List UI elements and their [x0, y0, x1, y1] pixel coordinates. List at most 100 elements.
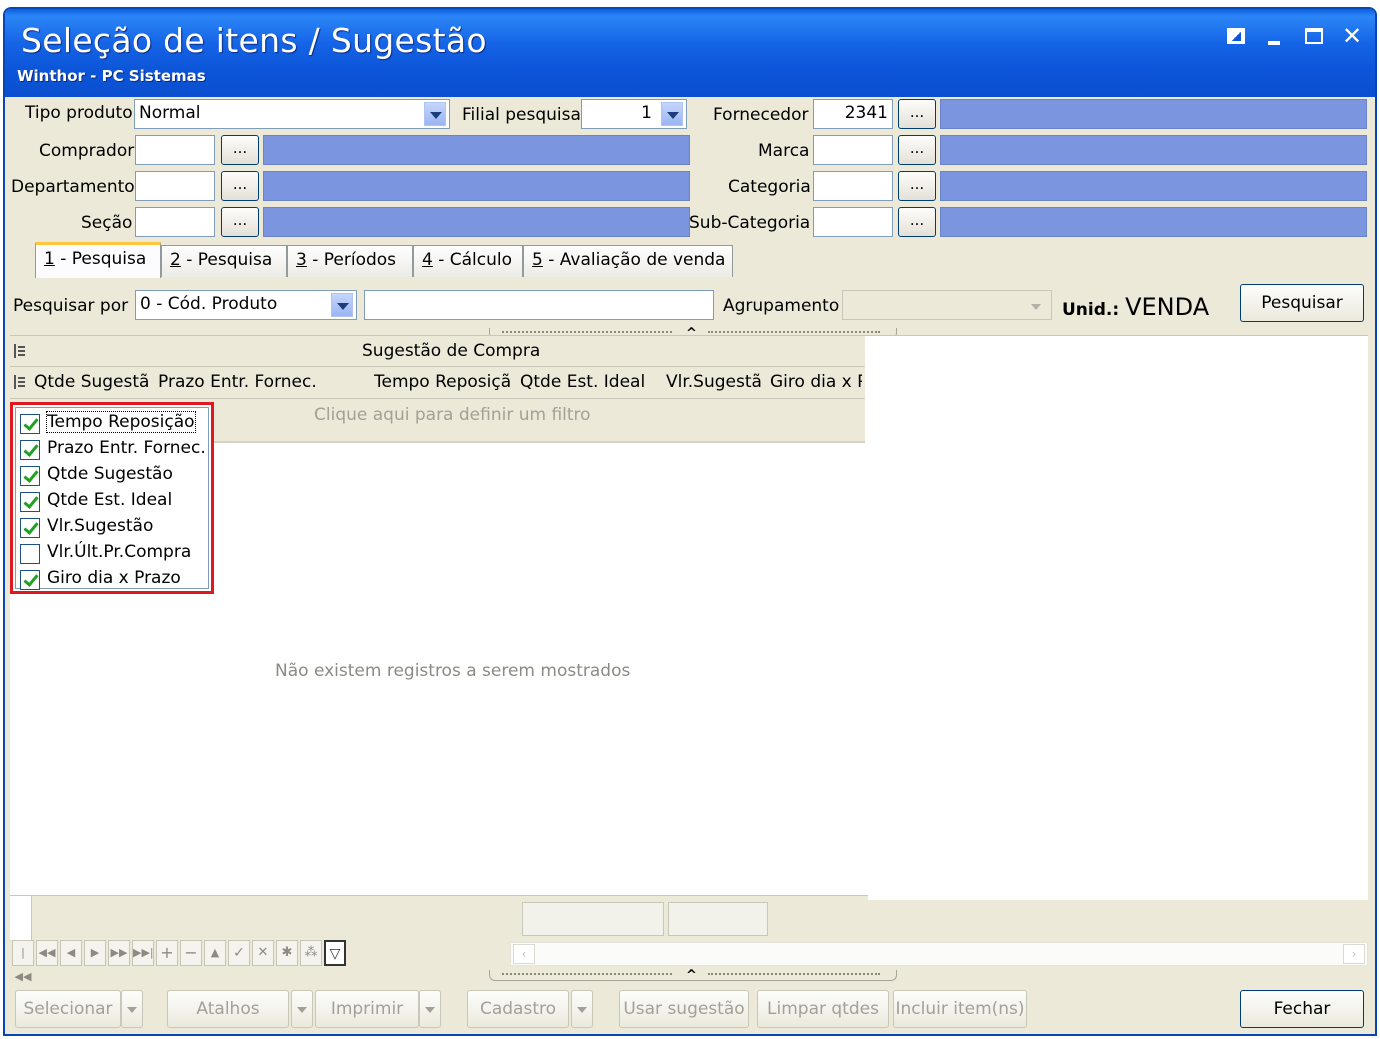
column-qtde-est-ideal[interactable]: Qtde Est. Ideal [520, 372, 662, 392]
prev-page-icon[interactable]: ◀◀ [36, 940, 58, 966]
column-vlr-sugestao[interactable]: Vlr.Sugestã [666, 372, 768, 392]
column-giro-dia-prazo[interactable]: Giro dia x P [770, 372, 862, 392]
band-customize-icon[interactable] [14, 344, 26, 358]
fornecedor-label: Fornecedor [713, 105, 809, 125]
secao-lookup-button[interactable]: ... [221, 207, 259, 237]
atalhos-button[interactable]: Atalhos [167, 990, 289, 1028]
departamento-input[interactable] [135, 171, 215, 201]
column-tempo-reposicao[interactable]: Tempo Reposiçã [374, 372, 518, 392]
column-customizer-popup: Tempo Reposição Prazo Entr. Fornec. Qtde… [10, 402, 214, 594]
categoria-input[interactable] [813, 171, 893, 201]
next-record-icon[interactable]: ▶ [84, 940, 106, 966]
tab-periodos[interactable]: 3 - Períodos [287, 245, 413, 277]
tab-key: 1 [44, 249, 55, 269]
agrupamento-label: Agrupamento [723, 296, 840, 316]
maximize-icon[interactable] [1301, 23, 1327, 49]
agrupamento-dropdown-icon[interactable] [1031, 304, 1041, 310]
fechar-button[interactable]: Fechar [1240, 990, 1364, 1028]
tab-pesquisa-2[interactable]: 2 - Pesquisa [161, 245, 287, 277]
marca-input[interactable] [813, 135, 893, 165]
marca-lookup-button[interactable]: ... [898, 135, 936, 165]
bottom-splitter[interactable]: ^ [489, 968, 897, 983]
tab-calculo[interactable]: 4 - Cálculo [413, 245, 523, 277]
tab-label: - Avaliação de venda [542, 250, 726, 270]
checkbox-unchecked-icon[interactable] [20, 544, 40, 564]
checkbox-checked-icon[interactable] [20, 414, 40, 434]
checkbox-checked-icon[interactable] [20, 440, 40, 460]
minimize-icon[interactable] [1261, 23, 1287, 49]
column-qtde-sugestao[interactable]: Qtde Sugestã [34, 372, 156, 392]
title-bar[interactable]: Seleção de itens / Sugestão Winthor - PC… [5, 9, 1375, 97]
unid-indicator: Unid.: VENDA [1062, 293, 1209, 321]
unid-value: VENDA [1125, 293, 1210, 321]
tipo-produto-select[interactable]: Normal [134, 99, 450, 129]
tipo-produto-dropdown-icon[interactable] [424, 102, 446, 126]
refresh-icon[interactable]: ✱ [276, 940, 298, 966]
selecionar-dropdown-icon[interactable] [121, 990, 143, 1028]
checkbox-checked-icon[interactable] [20, 518, 40, 538]
main-window: Seleção de itens / Sugestão Winthor - PC… [3, 7, 1377, 1036]
scroll-right-icon[interactable]: › [1343, 944, 1365, 964]
column-customize-icon[interactable] [14, 375, 26, 389]
save-bookmark-icon[interactable]: ⁂ [300, 940, 322, 966]
search-input[interactable] [364, 290, 714, 320]
tab-key: 4 [422, 250, 433, 270]
first-record-icon[interactable]: |◀◀ [12, 940, 34, 983]
comprador-lookup-button[interactable]: ... [221, 135, 259, 165]
collapse-up-icon[interactable]: ^ [686, 968, 697, 983]
imprimir-dropdown-icon[interactable] [419, 990, 441, 1028]
cadastro-dropdown-icon[interactable] [571, 990, 593, 1028]
tab-key: 2 [170, 250, 181, 270]
selecionar-button[interactable]: Selecionar [15, 990, 121, 1028]
tab-pesquisa-1[interactable]: 1 - Pesquisa [35, 242, 161, 278]
tab-key: 5 [532, 250, 543, 270]
column-prazo-entr-fornec[interactable]: Prazo Entr. Fornec. [158, 372, 368, 392]
filial-dropdown-icon[interactable] [661, 102, 683, 126]
comprador-description [263, 135, 690, 165]
subcategoria-description [940, 207, 1367, 237]
incluir-itens-button[interactable]: Incluir item(ns) [893, 990, 1027, 1028]
cadastro-button[interactable]: Cadastro [467, 990, 569, 1028]
last-record-icon[interactable]: ▶▶| [132, 940, 154, 966]
categoria-lookup-button[interactable]: ... [898, 171, 936, 201]
tab-label: - Períodos [306, 250, 397, 270]
secao-description [263, 207, 690, 237]
pesquisar-por-value: 0 - Cód. Produto [140, 294, 278, 314]
empty-grid-message: Não existem registros a serem mostrados [275, 661, 631, 681]
pesquisar-por-dropdown-icon[interactable] [331, 293, 353, 317]
checkbox-checked-icon[interactable] [20, 570, 40, 590]
window-title: Seleção de itens / Sugestão [21, 21, 487, 60]
limpar-qtdes-button[interactable]: Limpar qtdes [757, 990, 889, 1028]
comprador-label: Comprador [39, 141, 135, 161]
tab-avaliacao-venda[interactable]: 5 - Avaliação de venda [523, 245, 733, 277]
next-page-icon[interactable]: ▶▶ [108, 940, 130, 966]
subcategoria-input[interactable] [813, 207, 893, 237]
horizontal-scrollbar[interactable]: ‹ › [510, 942, 1368, 966]
secao-input[interactable] [135, 207, 215, 237]
checkbox-checked-icon[interactable] [20, 492, 40, 512]
atalhos-dropdown-icon[interactable] [291, 990, 313, 1028]
edit-record-icon[interactable]: ▲ [204, 940, 226, 966]
subcategoria-lookup-button[interactable]: ... [898, 207, 936, 237]
post-record-icon[interactable]: ✓ [228, 940, 250, 966]
scroll-left-icon[interactable]: ‹ [513, 944, 535, 964]
agrupamento-select[interactable] [842, 290, 1052, 320]
pesquisar-por-select[interactable]: 0 - Cód. Produto [135, 290, 357, 320]
insert-record-icon[interactable]: + [156, 940, 178, 966]
filter-funnel-icon[interactable]: ▽ [324, 940, 346, 966]
delete-record-icon[interactable]: − [180, 940, 202, 966]
pesquisar-button[interactable]: Pesquisar [1240, 284, 1364, 322]
cancel-record-icon[interactable]: ✕ [252, 940, 274, 966]
prev-record-icon[interactable]: ◀ [60, 940, 82, 966]
filial-pesquisa-label: Filial pesquisa [462, 105, 581, 125]
fornecedor-input[interactable]: 2341 [813, 99, 893, 129]
fornecedor-lookup-button[interactable]: ... [898, 99, 936, 129]
comprador-input[interactable] [135, 135, 215, 165]
usar-sugestao-button[interactable]: Usar sugestão [619, 990, 749, 1028]
grid-band-header: Sugestão de Compra [10, 336, 865, 367]
departamento-lookup-button[interactable]: ... [221, 171, 259, 201]
checkbox-checked-icon[interactable] [20, 466, 40, 486]
restore-icon[interactable] [1223, 23, 1249, 49]
close-icon[interactable]: ✕ [1339, 23, 1365, 49]
imprimir-button[interactable]: Imprimir [315, 990, 419, 1028]
